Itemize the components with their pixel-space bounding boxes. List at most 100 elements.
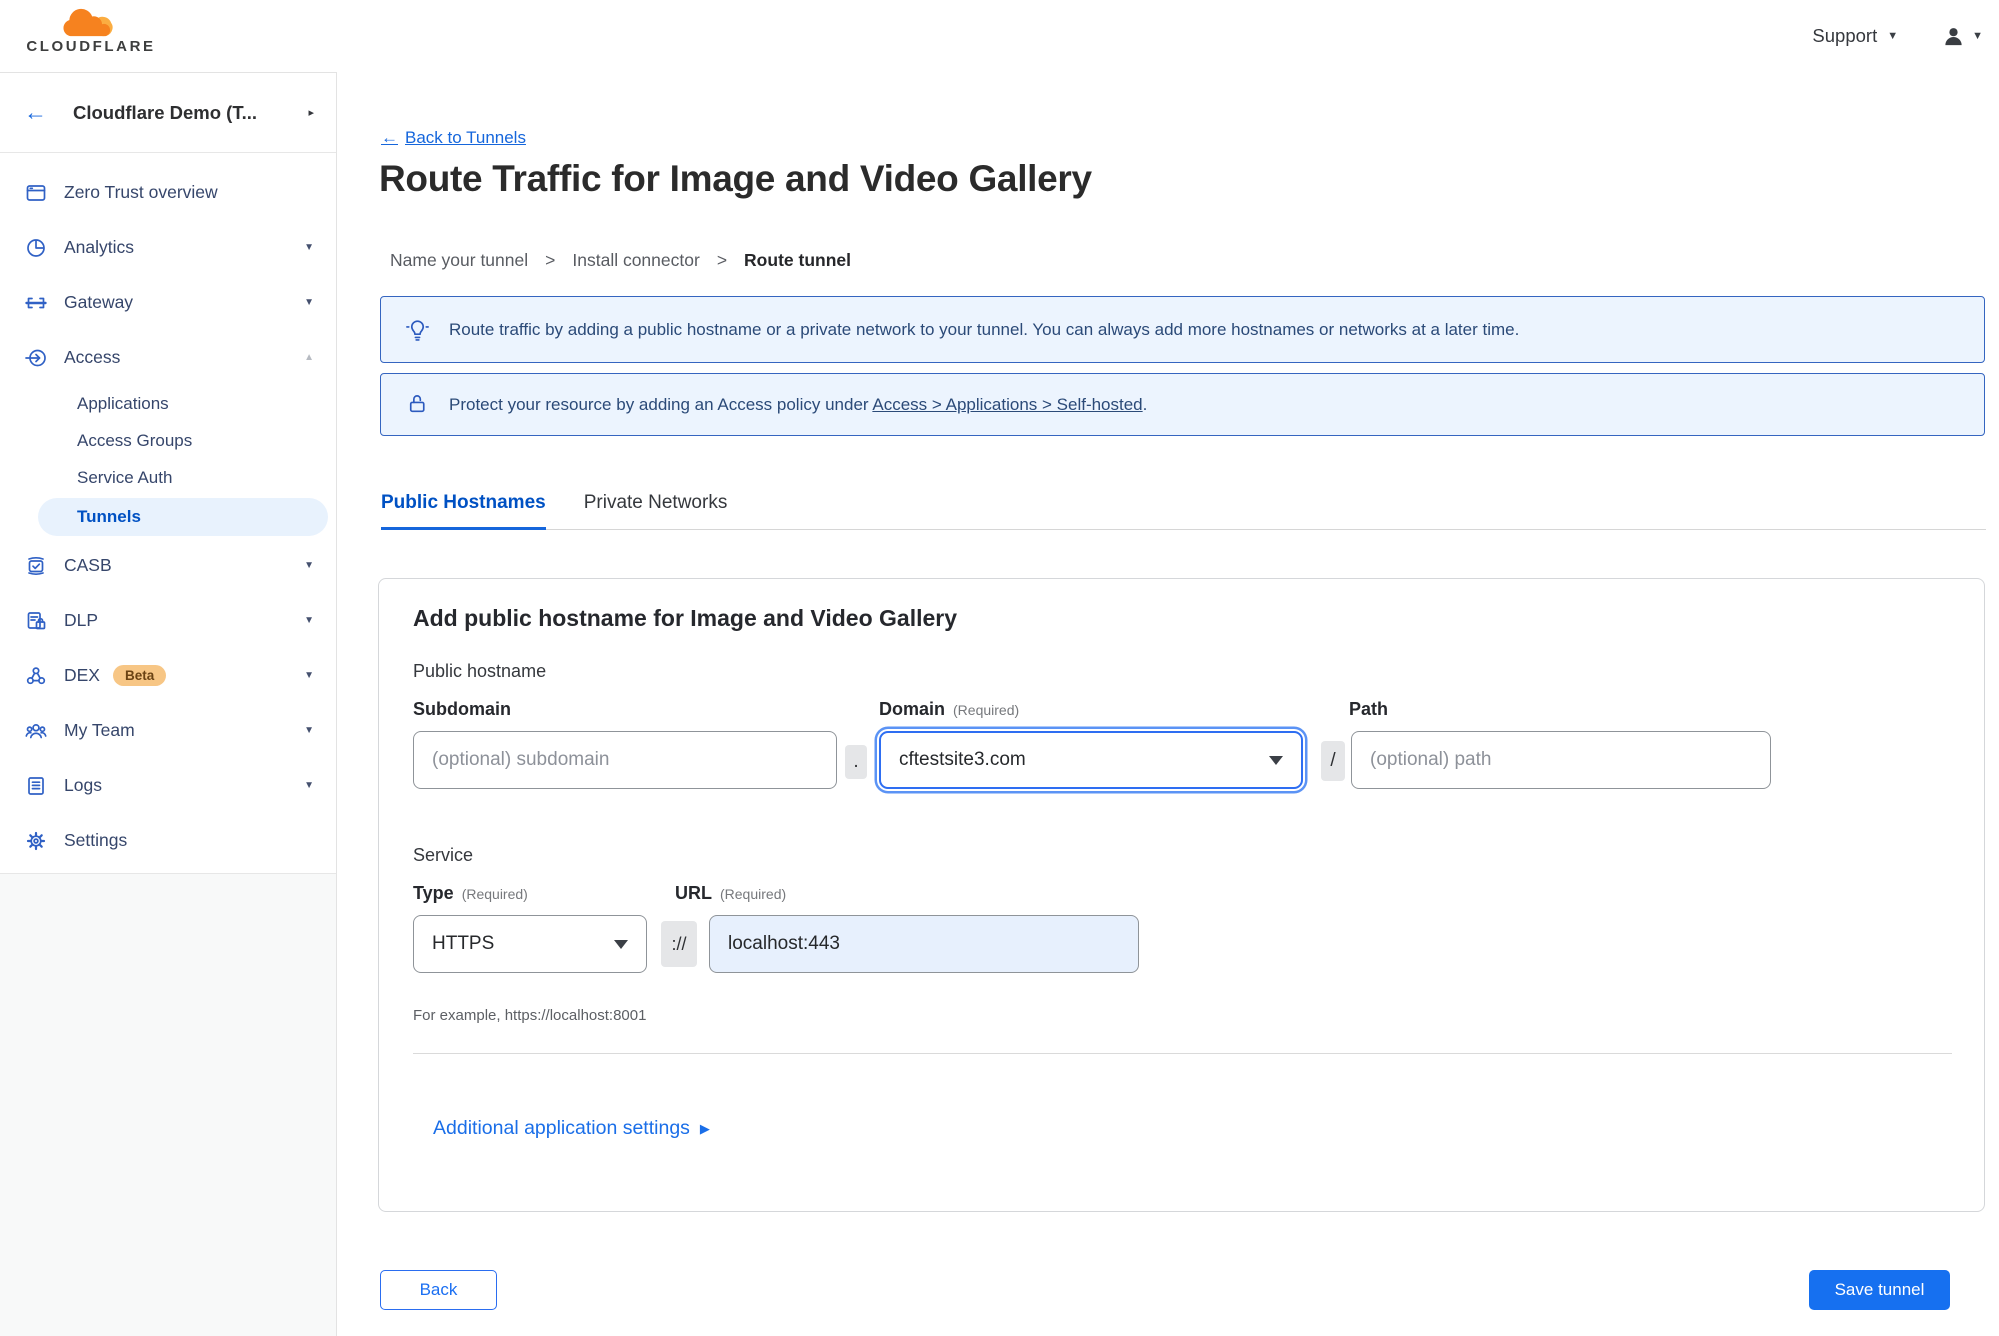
access-icon — [25, 347, 47, 369]
sidebar-item-applications[interactable]: Applications — [0, 385, 336, 422]
my-team-icon — [25, 720, 47, 742]
chevron-down-icon: ▼ — [304, 242, 314, 253]
main-content: ← Back to Tunnels Route Traffic for Imag… — [337, 72, 1999, 1336]
sidebar-item-logs[interactable]: Logs ▼ — [0, 758, 336, 813]
type-label: Type (Required) — [413, 883, 528, 903]
cloudflare-logo-text: CLOUDFLARE — [26, 38, 156, 55]
breadcrumb-separator: > — [716, 250, 728, 270]
chevron-down-icon — [614, 939, 628, 949]
top-bar: CLOUDFLARE Support ▼ ▼ — [0, 0, 1999, 72]
chevron-down-icon: ▼ — [1972, 29, 1983, 42]
sidebar-item-casb[interactable]: CASB ▼ — [0, 538, 336, 593]
analytics-icon — [25, 237, 47, 259]
info-banner-text: Route traffic by adding a public hostnam… — [449, 319, 1520, 339]
back-button[interactable]: Back — [380, 1270, 497, 1310]
url-label: URL (Required) — [675, 883, 787, 903]
chevron-down-icon: ▼ — [304, 725, 314, 736]
domain-selected-value: cftestsite3.com — [899, 749, 1026, 770]
tab-private-networks[interactable]: Private Networks — [584, 492, 728, 530]
path-input[interactable] — [1351, 731, 1771, 789]
service-type-value: HTTPS — [432, 933, 495, 954]
sidebar-nav: Zero Trust overview Analytics ▼ Gateway … — [0, 153, 336, 868]
public-hostname-section-label: Public hostname — [413, 661, 547, 681]
access-applications-self-hosted-link[interactable]: Access > Applications > Self-hosted — [872, 395, 1142, 414]
lightbulb-icon — [405, 317, 430, 342]
support-label: Support — [1812, 25, 1878, 46]
route-traffic-info-banner: Route traffic by adding a public hostnam… — [380, 296, 1985, 363]
sidebar-footer-area — [0, 873, 336, 1336]
cloudflare-cloud-icon — [63, 8, 113, 37]
dlp-icon — [25, 610, 47, 632]
lock-icon — [405, 392, 430, 417]
domain-select[interactable]: cftestsite3.com — [879, 731, 1303, 789]
chevron-down-icon: ▼ — [304, 560, 314, 571]
sidebar-item-settings[interactable]: Settings — [0, 813, 336, 868]
account-switcher[interactable]: ← Cloudflare Demo (T... ▸ — [0, 73, 336, 153]
chevron-right-icon: ▶ — [699, 1120, 710, 1136]
scheme-separator: :// — [661, 921, 697, 967]
card-heading: Add public hostname for Image and Video … — [413, 605, 958, 631]
back-to-tunnels-link[interactable]: ← Back to Tunnels — [381, 128, 526, 148]
subdomain-label: Subdomain — [413, 699, 511, 719]
card-divider — [413, 1053, 1952, 1054]
sidebar-item-dlp[interactable]: DLP ▼ — [0, 593, 336, 648]
sidebar-item-access-groups[interactable]: Access Groups — [0, 422, 336, 459]
sidebar-item-service-auth[interactable]: Service Auth — [0, 459, 336, 496]
back-arrow-icon: ← — [381, 128, 398, 147]
overview-icon — [25, 182, 47, 204]
settings-gear-icon — [25, 830, 47, 852]
user-icon — [1945, 27, 1962, 45]
sidebar-item-access[interactable]: Access ▲ — [0, 330, 336, 385]
sidebar-item-gateway[interactable]: Gateway ▼ — [0, 275, 336, 330]
subdomain-input[interactable] — [413, 731, 837, 789]
chevron-down-icon: ▼ — [304, 297, 314, 308]
slash-separator: / — [1321, 741, 1345, 781]
required-hint: (Required) — [461, 886, 528, 902]
step-name-your-tunnel[interactable]: Name your tunnel — [390, 250, 528, 271]
dex-icon — [25, 665, 47, 687]
wizard-steps: Name your tunnel > Install connector > R… — [390, 250, 851, 271]
casb-icon — [25, 555, 47, 577]
chevron-down-icon: ▼ — [1887, 29, 1899, 42]
chevron-down-icon: ▼ — [304, 670, 314, 681]
chevron-right-icon: ▸ — [308, 107, 314, 119]
sidebar: ← Cloudflare Demo (T... ▸ Zero Trust ove… — [0, 72, 337, 1336]
protect-banner-text: Protect your resource by adding an Acces… — [449, 394, 1148, 414]
cloudflare-logo[interactable]: CLOUDFLARE — [16, 5, 166, 55]
beta-badge: Beta — [112, 665, 167, 686]
path-label: Path — [1349, 699, 1389, 719]
sidebar-item-my-team[interactable]: My Team ▼ — [0, 703, 336, 758]
chevron-down-icon: ▼ — [304, 615, 314, 626]
service-url-input[interactable] — [709, 915, 1139, 973]
breadcrumb-separator: > — [545, 250, 556, 270]
domain-label: Domain (Required) — [879, 699, 1020, 719]
back-arrow-icon[interactable]: ← — [24, 101, 47, 124]
sidebar-item-dex[interactable]: DEX Beta ▼ — [0, 648, 336, 703]
url-example-hint: For example, https://localhost:8001 — [413, 1007, 647, 1024]
hostname-tabs: Public Hostnames Private Networks — [381, 492, 1986, 530]
page-title: Route Traffic for Image and Video Galler… — [379, 158, 1092, 199]
additional-application-settings-link[interactable]: Additional application settings ▶ — [433, 1117, 710, 1140]
gateway-icon — [25, 292, 47, 314]
chevron-up-icon: ▲ — [304, 352, 314, 363]
account-name: Cloudflare Demo (T... — [73, 101, 257, 123]
dot-separator: . — [845, 745, 867, 779]
user-menu[interactable]: ▼ — [1942, 25, 1989, 48]
support-menu[interactable]: Support ▼ — [1812, 25, 1898, 47]
add-public-hostname-card: Add public hostname for Image and Video … — [378, 578, 1985, 1212]
tab-public-hostnames[interactable]: Public Hostnames — [381, 492, 546, 530]
logs-icon — [25, 775, 47, 797]
chevron-down-icon — [1269, 755, 1283, 765]
step-install-connector[interactable]: Install connector — [572, 250, 699, 271]
save-tunnel-button[interactable]: Save tunnel — [1809, 1270, 1950, 1310]
access-policy-banner: Protect your resource by adding an Acces… — [380, 373, 1985, 436]
required-hint: (Required) — [953, 702, 1020, 718]
sidebar-item-tunnels-active[interactable]: Tunnels — [38, 498, 328, 536]
sidebar-item-zero-trust-overview[interactable]: Zero Trust overview — [0, 165, 336, 220]
step-route-tunnel: Route tunnel — [744, 250, 851, 270]
service-section-label: Service — [413, 845, 474, 865]
required-hint: (Required) — [720, 886, 787, 902]
chevron-down-icon: ▼ — [304, 780, 314, 791]
sidebar-item-analytics[interactable]: Analytics ▼ — [0, 220, 336, 275]
service-type-select[interactable]: HTTPS — [413, 915, 647, 973]
